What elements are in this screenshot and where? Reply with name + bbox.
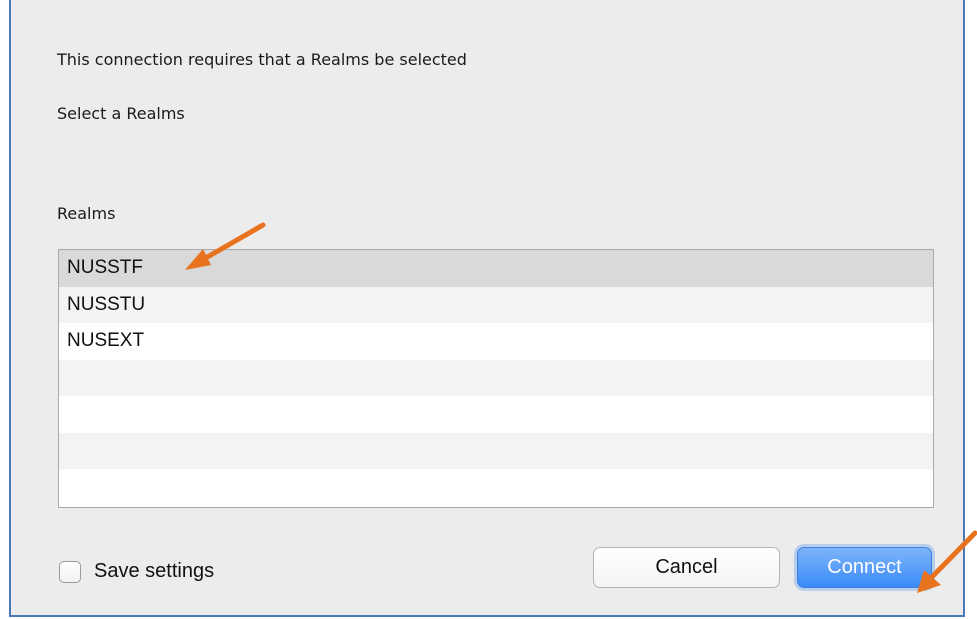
annotation-arrow-icon: [917, 530, 977, 593]
annotation-arrow-icon: [185, 222, 266, 270]
realm-selection-dialog: This connection requires that a Realms b…: [9, 0, 965, 617]
page: This connection requires that a Realms b…: [0, 0, 977, 619]
realm-row-nusstu[interactable]: NUSSTU: [59, 286, 933, 323]
connection-message: This connection requires that a Realms b…: [57, 50, 467, 69]
save-settings-label[interactable]: Save settings: [94, 560, 214, 583]
realm-row-empty: [59, 396, 933, 433]
cancel-button[interactable]: Cancel: [593, 547, 780, 588]
realm-row-empty: [59, 469, 933, 506]
realms-list-label: Realms: [57, 204, 116, 223]
realm-label: NUSEXT: [67, 330, 145, 352]
realm-row-nusext[interactable]: NUSEXT: [59, 323, 933, 360]
select-realm-prompt: Select a Realms: [57, 104, 185, 123]
realm-label: NUSSTF: [67, 257, 143, 279]
realm-row-empty: [59, 432, 933, 469]
save-settings-control[interactable]: Save settings: [59, 560, 214, 583]
realms-list[interactable]: NUSSTF NUSSTU NUSEXT: [58, 249, 934, 508]
realm-row-empty: [59, 359, 933, 396]
save-settings-checkbox[interactable]: [59, 560, 81, 583]
realm-label: NUSSTU: [67, 293, 146, 315]
